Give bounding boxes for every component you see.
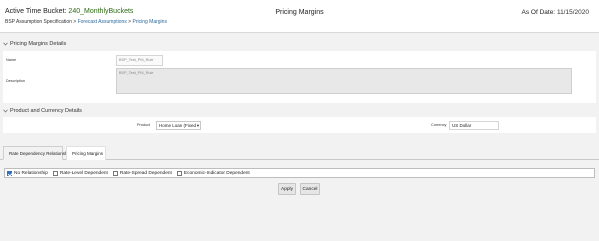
pricing-margins-details-heading: Pricing Margins Details bbox=[10, 41, 67, 47]
chevron-down-icon bbox=[3, 42, 8, 46]
page-title: Pricing Margins bbox=[275, 9, 324, 16]
name-label: Name bbox=[6, 58, 17, 62]
option-label: No Relationship bbox=[14, 170, 48, 176]
cancel-button[interactable]: Cancel bbox=[300, 183, 320, 195]
breadcrumb-separator: > bbox=[128, 19, 132, 25]
breadcrumb-root: BSP Assumption Specification bbox=[5, 19, 72, 25]
breadcrumb-separator: > bbox=[73, 19, 77, 25]
checkbox-checked[interactable] bbox=[7, 170, 12, 176]
breadcrumb-forecast-assumptions[interactable]: Forecast Assumptions bbox=[78, 19, 127, 25]
product-currency-details-toggle[interactable]: Product and Currency Details bbox=[3, 108, 82, 114]
option-rate-level-dependent[interactable]: Rate-Level Dependent bbox=[52, 170, 108, 176]
product-select[interactable]: Home Loan (Fixed ▼ bbox=[156, 121, 201, 130]
option-label: Rate-Spread Dependent bbox=[119, 170, 172, 176]
pricing-margins-details-toggle[interactable]: Pricing Margins Details bbox=[3, 41, 66, 47]
checkbox[interactable] bbox=[52, 170, 58, 176]
product-select-value: Home Loan (Fixed bbox=[159, 123, 197, 128]
chevron-down-icon bbox=[3, 109, 8, 113]
currency-field[interactable]: US Dollar bbox=[449, 121, 499, 130]
tab-pricing-margins[interactable]: Pricing Margins bbox=[66, 146, 106, 160]
product-currency-details-panel: Product Home Loan (Fixed ▼ Currency US D… bbox=[3, 117, 596, 133]
as-of-date-label: As Of Date: bbox=[521, 9, 556, 16]
page-header: Active Time Bucket: 240_MonthlyBuckets B… bbox=[0, 0, 599, 33]
currency-label: Currency bbox=[431, 123, 447, 127]
product-label: Product bbox=[137, 123, 151, 127]
as-of-date-value: 11/15/2020 bbox=[556, 9, 589, 16]
description-label: Description bbox=[6, 79, 25, 83]
description-field[interactable]: BSP_Test_PM_Rule bbox=[116, 68, 572, 94]
product-currency-details-heading: Product and Currency Details bbox=[10, 108, 82, 114]
breadcrumb: BSP Assumption Specification > Forecast … bbox=[5, 19, 167, 25]
option-label: Economic-Indicator Dependent bbox=[183, 170, 250, 176]
name-field[interactable]: BSP_Test_PM_Rule bbox=[116, 55, 163, 66]
option-economic-indicator-dependent[interactable]: Economic-Indicator Dependent bbox=[176, 170, 250, 176]
pricing-margins-details-panel: Name BSP_Test_PM_Rule Description BSP_Te… bbox=[3, 51, 596, 103]
breadcrumb-pricing-margins[interactable]: Pricing Margins bbox=[132, 19, 166, 25]
option-label: Rate-Level Dependent bbox=[59, 170, 108, 176]
tab-bar: Rate Dependency Relationships Pricing Ma… bbox=[0, 146, 599, 160]
option-no-relationship[interactable]: No Relationship bbox=[7, 170, 48, 176]
option-rate-spread-dependent[interactable]: Rate-Spread Dependent bbox=[112, 170, 172, 176]
checkbox[interactable] bbox=[112, 170, 118, 176]
chevron-down-icon: ▼ bbox=[196, 123, 200, 128]
apply-button[interactable]: Apply bbox=[278, 183, 296, 195]
dependency-options-bar: No Relationship Rate-Level Dependent Rat… bbox=[4, 168, 595, 178]
checkbox[interactable] bbox=[176, 170, 182, 176]
tab-rate-dependency-relationships[interactable]: Rate Dependency Relationships bbox=[3, 146, 73, 160]
as-of-date: As Of Date: 11/15/2020 bbox=[522, 9, 589, 16]
